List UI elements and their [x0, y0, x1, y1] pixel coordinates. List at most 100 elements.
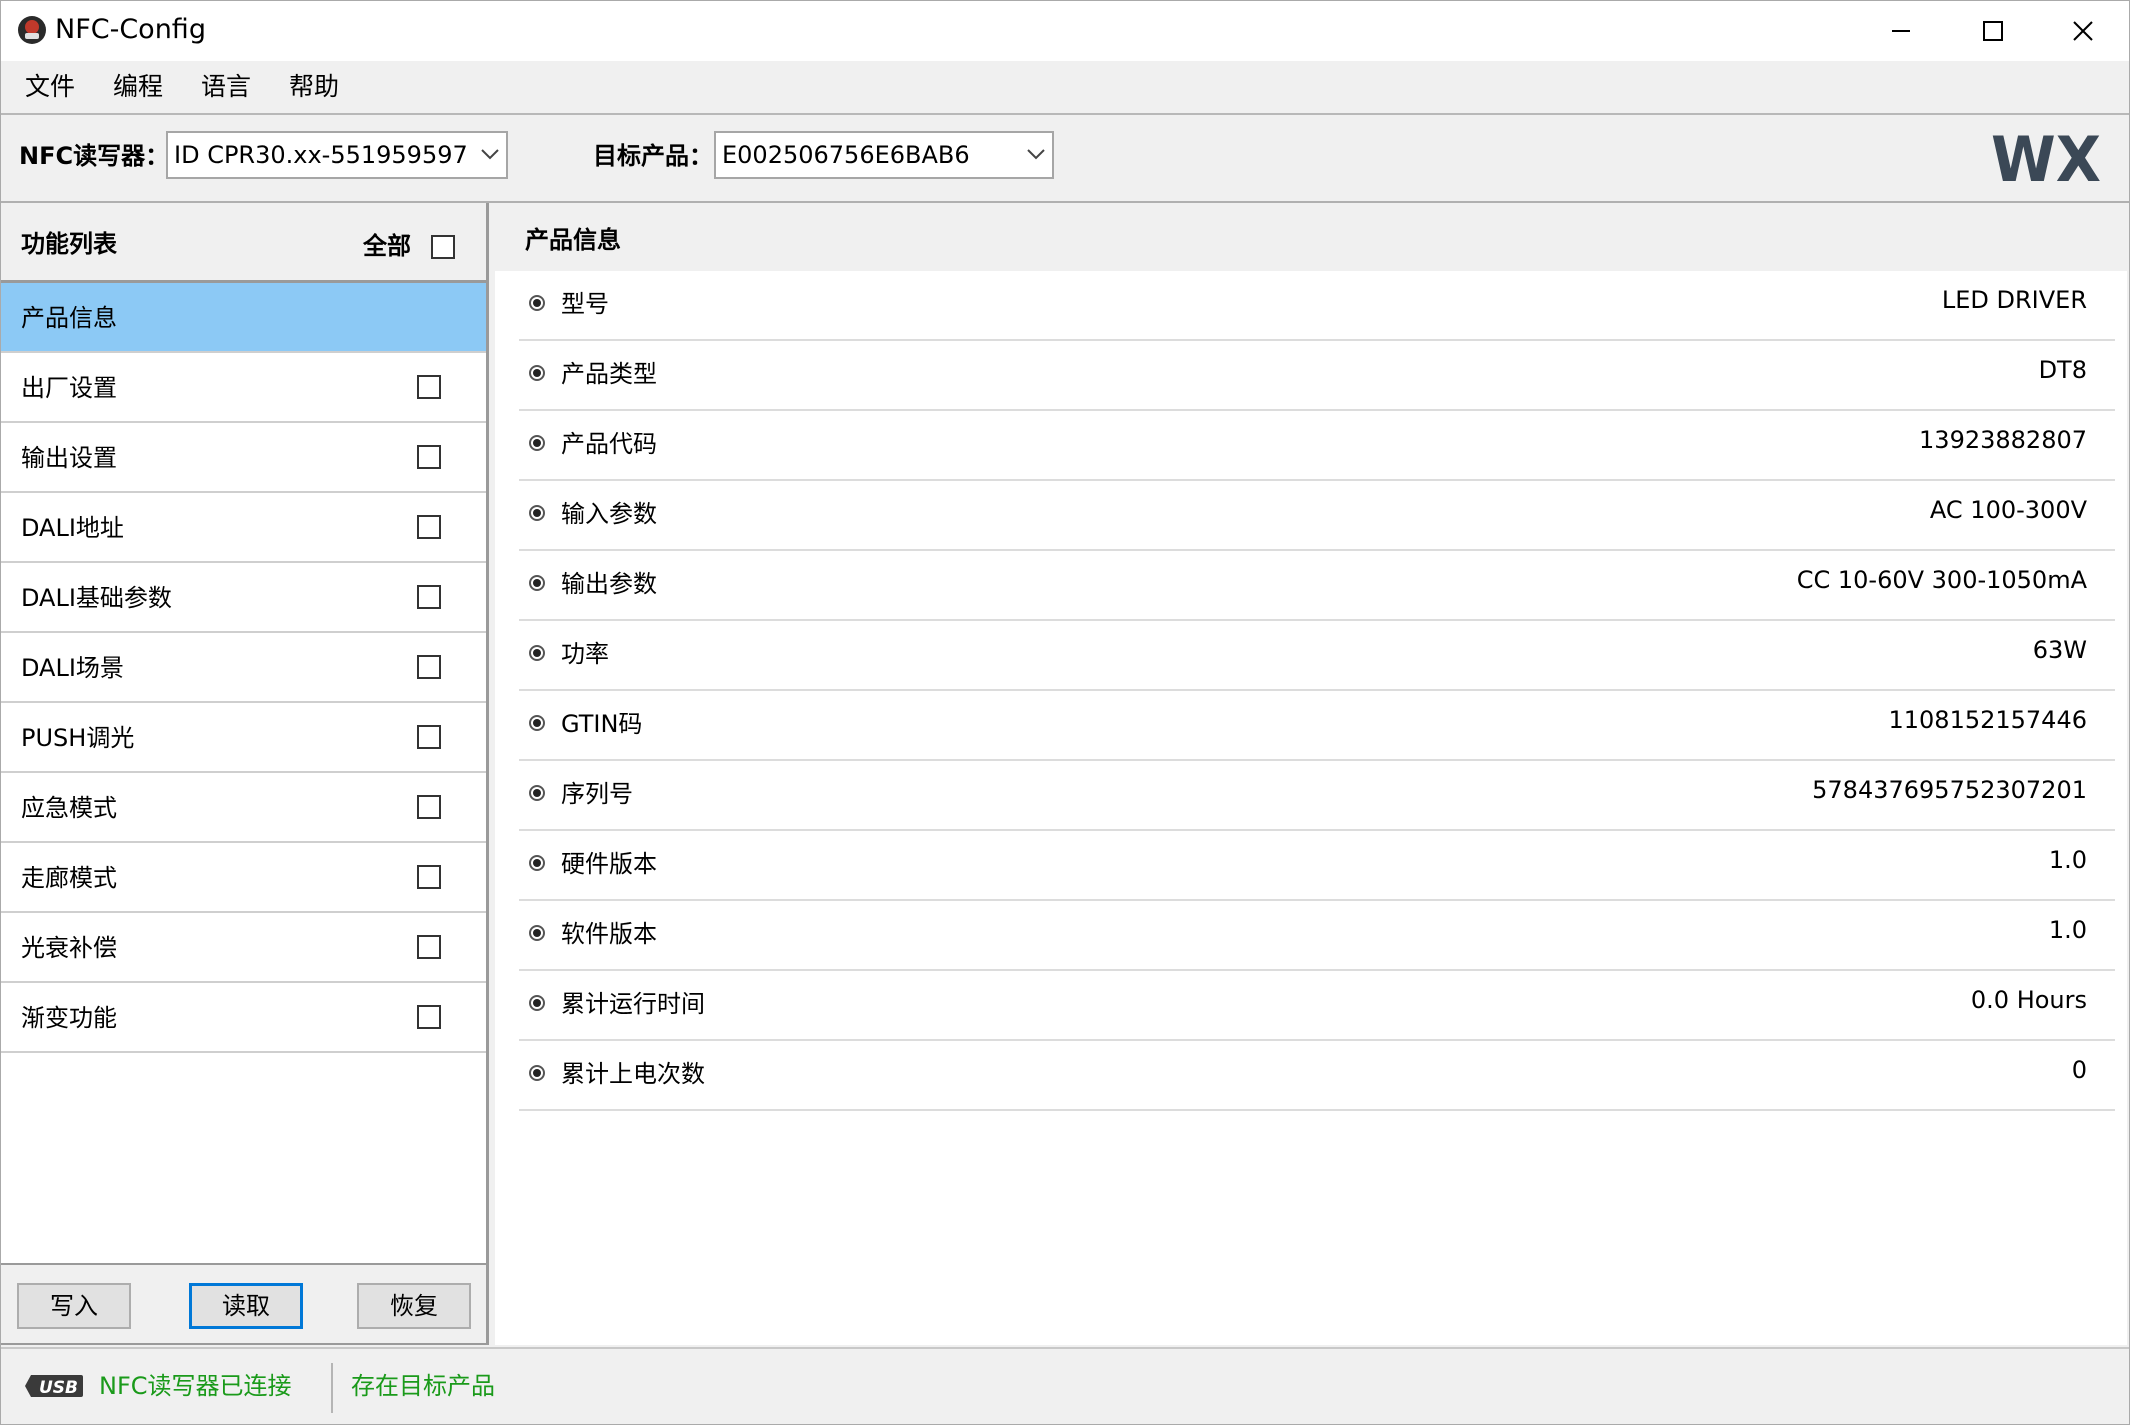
status-separator [331, 1363, 333, 1413]
feature-item-checkbox[interactable] [417, 445, 441, 469]
info-label: 型号 [561, 290, 609, 318]
chevron-down-icon [481, 149, 499, 160]
select-all-label: 全部 [363, 232, 411, 260]
feature-panel-header: 功能列表 全部 [1, 203, 486, 283]
radio-bullet-icon [529, 435, 545, 451]
feature-item[interactable]: 渐变功能 [1, 983, 486, 1053]
info-value: 1.0 [2048, 916, 2087, 944]
feature-item-label: 输出设置 [21, 444, 117, 472]
feature-item[interactable]: 光衰补偿 [1, 913, 486, 983]
read-button[interactable]: 读取 [189, 1283, 303, 1329]
feature-item[interactable]: 产品信息 [1, 283, 486, 353]
target-status: 存在目标产品 [351, 1372, 495, 1400]
product-info-panel: 产品信息 型号 LED DRIVER 产品类型 DT8 产品代码 13923882807 输… [495, 209, 2127, 1345]
feature-item-checkbox[interactable] [417, 935, 441, 959]
close-button[interactable] [2037, 1, 2129, 61]
feature-item-label: 产品信息 [21, 304, 117, 332]
info-row: 产品代码 13923882807 [519, 411, 2115, 481]
info-row: 功率 63W [519, 621, 2115, 691]
status-bar: USB NFC读写器已连接 存在目标产品 [1, 1347, 2129, 1424]
write-button[interactable]: 写入 [17, 1283, 131, 1329]
maximize-button[interactable] [1947, 1, 2039, 61]
select-all-checkbox[interactable] [431, 235, 455, 259]
info-row: 型号 LED DRIVER [519, 271, 2115, 341]
feature-item-checkbox[interactable] [417, 865, 441, 889]
feature-item-label: 走廊模式 [21, 864, 117, 892]
radio-bullet-icon [529, 645, 545, 661]
info-value: 0.0 Hours [1970, 986, 2087, 1014]
product-info-header: 产品信息 [495, 209, 2127, 271]
menu-bar: 文件 编程 语言 帮助 [1, 61, 2129, 115]
feature-item-label: DALI基础参数 [21, 584, 172, 612]
wx-logo: WX [1991, 129, 2101, 189]
info-label: 产品类型 [561, 360, 657, 388]
title-bar: NFC-Config [1, 1, 2129, 61]
feature-item[interactable]: 走廊模式 [1, 843, 486, 913]
usb-icon: USB [25, 1375, 83, 1398]
minimize-button[interactable] [1855, 1, 1947, 61]
info-value: 63W [2032, 636, 2087, 664]
info-row: 产品类型 DT8 [519, 341, 2115, 411]
app-window: NFC-Config 文件 编程 语言 帮助 NFC读写器： ID CPR30.… [0, 0, 2130, 1425]
svg-text:USB: USB [39, 1378, 78, 1398]
reader-label: NFC读写器： [19, 142, 170, 170]
target-label: 目标产品： [593, 142, 713, 170]
close-icon [2073, 21, 2093, 41]
info-value: 13923882807 [1919, 426, 2087, 454]
logo-text: WX [1991, 129, 2101, 189]
feature-item-label: 渐变功能 [21, 1004, 117, 1032]
maximize-icon [1983, 21, 2003, 41]
target-select[interactable]: E002506756E6BAB6 [714, 131, 1054, 179]
feature-item[interactable]: 输出设置 [1, 423, 486, 493]
reader-select-value: ID CPR30.xx-551959597 [174, 141, 468, 169]
info-label: 产品代码 [561, 430, 657, 458]
radio-bullet-icon [529, 365, 545, 381]
info-value: 1.0 [2048, 846, 2087, 874]
radio-bullet-icon [529, 505, 545, 521]
feature-item[interactable]: PUSH调光 [1, 703, 486, 773]
toolbar: NFC读写器： ID CPR30.xx-551959597 目标产品： E002… [1, 115, 2129, 203]
feature-item[interactable]: 出厂设置 [1, 353, 486, 423]
feature-item[interactable]: DALI地址 [1, 493, 486, 563]
feature-list-title: 功能列表 [21, 230, 117, 258]
feature-item-label: 应急模式 [21, 794, 117, 822]
radio-bullet-icon [529, 295, 545, 311]
restore-button[interactable]: 恢复 [357, 1283, 471, 1329]
feature-item-label: 光衰补偿 [21, 934, 117, 962]
info-value: DT8 [2038, 356, 2087, 384]
info-value: LED DRIVER [1941, 286, 2087, 314]
info-label: 硬件版本 [561, 850, 657, 878]
info-value: 1108152157446 [1888, 706, 2087, 734]
menu-file[interactable]: 文件 [25, 71, 75, 103]
feature-item-checkbox[interactable] [417, 795, 441, 819]
info-label: 累计上电次数 [561, 1060, 705, 1088]
info-value: 0 [2071, 1056, 2087, 1084]
menu-language[interactable]: 语言 [201, 71, 251, 103]
info-row: 输入参数 AC 100-300V [519, 481, 2115, 551]
info-row: 序列号 578437695752307201 [519, 761, 2115, 831]
radio-bullet-icon [529, 575, 545, 591]
feature-item-checkbox[interactable] [417, 375, 441, 399]
feature-item-checkbox[interactable] [417, 1005, 441, 1029]
info-label: 输入参数 [561, 500, 657, 528]
feature-item[interactable]: 应急模式 [1, 773, 486, 843]
feature-list: 产品信息出厂设置输出设置 DALI地址 DALI基础参数 DALI场景 PUSH调光应急… [1, 283, 486, 1053]
feature-item-checkbox[interactable] [417, 725, 441, 749]
menu-program[interactable]: 编程 [113, 71, 163, 103]
target-select-value: E002506756E6BAB6 [722, 141, 970, 169]
feature-item-checkbox[interactable] [417, 515, 441, 539]
reader-select[interactable]: ID CPR30.xx-551959597 [166, 131, 508, 179]
menu-help[interactable]: 帮助 [289, 71, 339, 103]
feature-item[interactable]: DALI场景 [1, 633, 486, 703]
info-label: 输出参数 [561, 570, 657, 598]
info-label: 软件版本 [561, 920, 657, 948]
radio-bullet-icon [529, 785, 545, 801]
feature-item[interactable]: DALI基础参数 [1, 563, 486, 633]
feature-item-checkbox[interactable] [417, 585, 441, 609]
feature-item-checkbox[interactable] [417, 655, 441, 679]
feature-item-label: 出厂设置 [21, 374, 117, 402]
chevron-down-icon [1027, 149, 1045, 160]
radio-bullet-icon [529, 995, 545, 1011]
info-value: CC 10-60V 300-1050mA [1796, 566, 2087, 594]
minimize-icon [1892, 30, 1910, 32]
